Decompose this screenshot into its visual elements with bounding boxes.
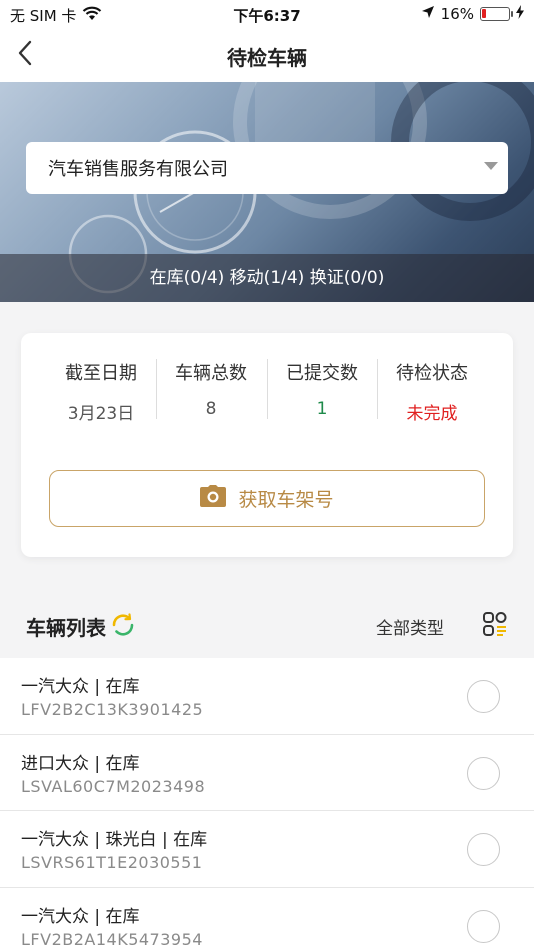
list-item[interactable]: 进口大众 | 在库 LSVAL60C7M2023498 xyxy=(0,734,534,811)
vehicle-vin: LFV2B2C13K3901425 xyxy=(21,700,204,719)
camera-icon xyxy=(200,485,227,512)
nav-bar: 待检车辆 xyxy=(0,28,534,82)
list-item[interactable]: 一汽大众 | 在库 LFV2B2C13K3901425 xyxy=(0,658,534,735)
battery-percent: 16% xyxy=(440,5,474,23)
stat-label: 已提交数 xyxy=(286,363,358,384)
get-vin-button[interactable]: 获取车架号 xyxy=(49,470,485,527)
battery-level xyxy=(482,9,486,18)
stat-label: 车辆总数 xyxy=(175,363,247,384)
stat-label: 待检状态 xyxy=(396,363,468,384)
stat-value: 8 xyxy=(205,399,217,419)
page-title: 待检车辆 xyxy=(227,46,307,70)
company-select-value: 汽车销售服务有限公司 xyxy=(48,159,228,180)
vehicle-select-radio[interactable] xyxy=(467,756,500,790)
stat-value: 未完成 xyxy=(406,404,458,424)
vehicle-select-radio[interactable] xyxy=(467,909,500,943)
stats-card: 截至日期 3月23日 车辆总数 8 已提交数 1 待检状态 未完成 获取车架号 xyxy=(21,333,513,557)
company-select[interactable]: 汽车销售服务有限公司 xyxy=(26,142,508,194)
type-filter-dropdown[interactable]: 全部类型 xyxy=(376,614,444,639)
location-arrow-icon xyxy=(421,5,435,23)
vehicle-name: 一汽大众 | 在库 xyxy=(21,677,140,697)
vehicle-name: 进口大众 | 在库 xyxy=(21,753,140,774)
stat-label: 截至日期 xyxy=(65,363,137,384)
status-right: 16% xyxy=(421,5,524,23)
caret-down-icon xyxy=(484,162,498,170)
vehicle-name: 一汽大众 | 在库 xyxy=(21,906,140,927)
stat-submitted: 已提交数 1 xyxy=(267,359,377,419)
list-item[interactable]: 一汽大众 | 珠光白 | 在库 LSVRS61T1E2030551 xyxy=(0,811,534,888)
inventory-summary: 在库(0/4) 移动(1/4) 换证(0/0) xyxy=(0,254,534,302)
get-vin-button-label: 获取车架号 xyxy=(238,489,334,511)
stat-total-vehicles: 车辆总数 8 xyxy=(156,359,266,419)
charging-bolt-icon xyxy=(516,5,524,23)
refresh-icon[interactable] xyxy=(110,612,136,642)
vehicle-list-title: 车辆列表 xyxy=(26,616,106,640)
stat-value: 3月23日 xyxy=(67,404,135,424)
vehicle-vin: LSVAL60C7M2023498 xyxy=(21,776,206,796)
battery-icon xyxy=(480,7,513,21)
vehicle-vin: LFV2B2A14K5473954 xyxy=(21,929,203,949)
stat-cutoff-date: 截至日期 3月23日 xyxy=(46,359,156,424)
status-bar: 无 SIM 卡 下午6:37 16% xyxy=(0,0,534,28)
vehicle-vin: LSVRS61T1E2030551 xyxy=(21,853,203,872)
stat-inspection-status: 待检状态 未完成 xyxy=(377,359,487,424)
banner: 汽车销售服务有限公司 在库(0/4) 移动(1/4) 换证(0/0) xyxy=(0,82,534,302)
vehicle-list: 一汽大众 | 在库 LFV2B2C13K3901425 进口大众 | 在库 LS… xyxy=(0,658,534,950)
vehicle-select-radio[interactable] xyxy=(467,680,500,713)
category-grid-icon[interactable] xyxy=(482,611,508,641)
list-item[interactable]: 一汽大众 | 在库 LFV2B2A14K5473954 xyxy=(0,887,534,950)
stat-value: 1 xyxy=(316,399,328,419)
vehicle-name: 一汽大众 | 珠光白 | 在库 xyxy=(21,830,208,850)
vehicle-select-radio[interactable] xyxy=(467,833,500,866)
vehicle-list-header: 车辆列表 全部类型 xyxy=(0,590,534,658)
